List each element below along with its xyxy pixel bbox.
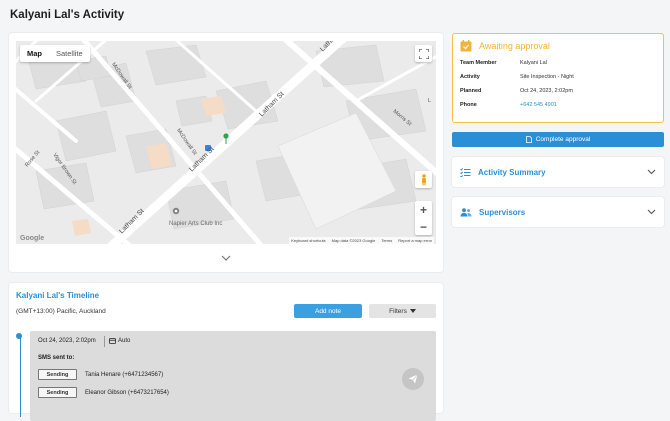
detail-row: Phone +642 545 4901 — [453, 98, 663, 112]
poi-pin-icon — [172, 207, 180, 215]
activity-summary-accordion[interactable]: Activity Summary — [452, 157, 664, 187]
status-badge: Sending — [38, 387, 77, 398]
list-checks-icon — [460, 167, 471, 177]
chevron-down-icon — [647, 169, 656, 175]
approval-card: Awaiting approval Team Member Kalyani La… — [452, 33, 664, 123]
recipient-name: Tania Henare (+6471234567) — [85, 371, 164, 378]
map-type-toggle: Map Satellite — [20, 45, 90, 62]
street-view-button[interactable] — [415, 171, 432, 188]
report-error-link[interactable]: Report a map error — [398, 238, 432, 243]
map-canvas — [16, 41, 436, 244]
zoom-in-button[interactable]: + — [415, 201, 432, 218]
chevron-down-icon[interactable] — [219, 253, 233, 263]
page-title: Kalyani Lal's Activity — [10, 9, 125, 21]
detail-value: Kalyani Lal — [520, 60, 547, 66]
status-badge: Sending — [38, 369, 77, 380]
timeline-entry: Oct 24, 2023, 2:02pm Auto SMS sent to: S… — [30, 331, 436, 421]
recipient-name: Eleanor Gibson (+6473217654) — [85, 389, 169, 396]
timeline-dot — [16, 333, 22, 339]
filters-label: Filters — [389, 307, 407, 315]
recipient-row: Sending Tania Henare (+6471234567) — [38, 369, 163, 380]
divider — [104, 336, 105, 347]
poi-label: Napier Arts Club Inc — [169, 221, 223, 227]
pegman-icon — [421, 173, 426, 185]
approval-status-title: Awaiting approval — [479, 41, 550, 51]
fullscreen-button[interactable] — [415, 45, 432, 62]
map-view[interactable]: Latham St Latham St Latham St Latha McDo… — [16, 41, 436, 244]
detail-label: Phone — [460, 102, 477, 108]
entry-mode-label: Auto — [118, 338, 131, 344]
zoom-out-button[interactable]: − — [415, 218, 432, 235]
sms-sent-label: SMS sent to: — [38, 355, 75, 361]
keyboard-shortcuts-link[interactable]: Keyboard shortcuts — [291, 238, 325, 243]
auto-icon — [109, 338, 116, 344]
terms-link[interactable]: Terms — [381, 238, 392, 243]
timeline-card: Kalyani Lal's Timeline (GMT+13:00) Pacif… — [9, 283, 443, 421]
calendar-pending-icon — [460, 40, 472, 52]
map-type-map-button[interactable]: Map — [20, 45, 49, 62]
recipient-row: Sending Eleanor Gibson (+6473217654) — [38, 387, 169, 398]
timeline-line — [20, 337, 21, 417]
paper-plane-icon — [408, 374, 418, 384]
map-type-satellite-button[interactable]: Satellite — [49, 45, 90, 62]
send-button[interactable] — [402, 368, 424, 390]
filters-dropdown[interactable]: Filters — [369, 304, 436, 318]
map-footer: Keyboard shortcuts Map data ©2023 Google… — [289, 237, 434, 244]
timeline-title: Kalyani Lal's Timeline — [16, 291, 100, 300]
entry-mode: Auto — [109, 338, 130, 344]
detail-row: Team Member Kalyani Lal — [453, 56, 663, 70]
chevron-down-icon — [647, 209, 656, 215]
detail-value: Site Inspection - Night — [520, 74, 574, 80]
add-note-button[interactable]: Add note — [294, 304, 362, 318]
supervisors-accordion[interactable]: Supervisors — [452, 197, 664, 227]
detail-row: Activity Site Inspection - Night — [453, 70, 663, 84]
entry-date: Oct 24, 2023, 2:02pm — [38, 338, 96, 344]
users-icon — [460, 207, 472, 216]
zoom-controls: + − — [415, 201, 432, 235]
google-logo: Google — [20, 235, 45, 242]
supervisors-label: Supervisors — [479, 207, 526, 217]
fullscreen-icon — [418, 48, 429, 59]
detail-value: Oct 24, 2023, 2:02pm — [520, 88, 573, 94]
detail-label: Activity — [460, 74, 480, 80]
timezone-text: (GMT+13:00) Pacific, Auckland — [16, 308, 106, 315]
document-icon — [525, 136, 532, 143]
detail-label: Team Member — [460, 60, 497, 66]
phone-link[interactable]: +642 545 4901 — [520, 102, 557, 108]
caret-down-icon — [409, 309, 416, 313]
complete-approval-label: Complete approval — [535, 136, 591, 143]
street-label: L — [428, 98, 432, 104]
activity-summary-label: Activity Summary — [478, 167, 546, 177]
map-data-text: Map data ©2023 Google — [331, 238, 376, 243]
map-card: Latham St Latham St Latham St Latha McDo… — [9, 33, 443, 272]
detail-label: Planned — [460, 88, 482, 94]
complete-approval-button[interactable]: Complete approval — [452, 132, 664, 147]
detail-row: Planned Oct 24, 2023, 2:02pm — [453, 84, 663, 98]
